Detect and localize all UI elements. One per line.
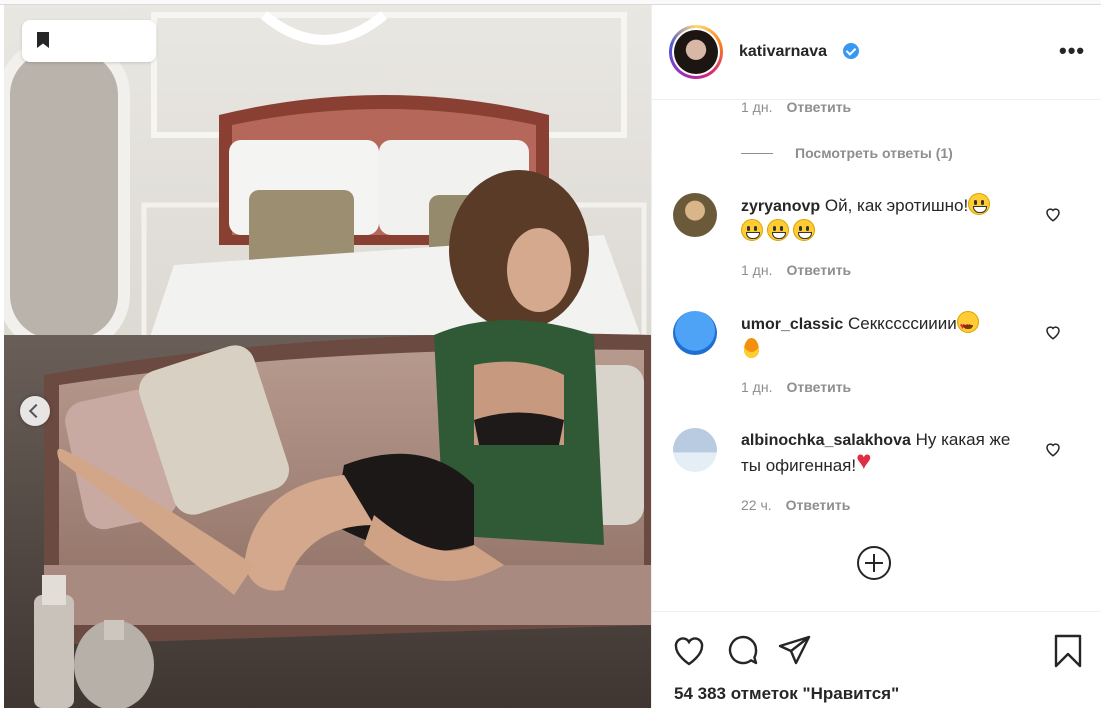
commenter-username[interactable]: albinochka_salakhova	[741, 432, 911, 449]
post-actions: 54 383 отметок "Нравится"	[652, 611, 1101, 708]
view-replies-label: Посмотреть ответы (1)	[795, 145, 953, 161]
heart-icon[interactable]	[671, 633, 707, 669]
comment-heart-icon[interactable]	[1044, 205, 1062, 223]
previous-slide-button[interactable]	[20, 396, 50, 426]
comment-time: 22 ч.	[741, 497, 772, 513]
reply-button[interactable]: Ответить	[786, 101, 851, 115]
comment-time: 1 дн.	[741, 379, 773, 395]
comment-heart-icon[interactable]	[1044, 440, 1062, 458]
commenter-avatar[interactable]	[673, 193, 717, 237]
commenter-username[interactable]: zyryanovp	[741, 198, 820, 215]
view-replies-button[interactable]: Посмотреть ответы (1)	[741, 145, 953, 161]
verified-badge-icon	[843, 43, 859, 59]
post-modal: kativarnava ••• 1 дн. Ответить Посмотреть…	[4, 5, 1101, 708]
likes-count[interactable]: 54 383 отметок "Нравится"	[674, 684, 899, 704]
reply-button[interactable]: Ответить	[786, 379, 851, 395]
comment-meta: 1 дн. Ответить	[741, 262, 851, 278]
photo-illustration	[4, 5, 651, 708]
comment-meta: 22 ч. Ответить	[741, 497, 850, 513]
fire-emoji	[741, 337, 763, 359]
commenter-avatar[interactable]	[673, 311, 717, 355]
save-bookmark-icon[interactable]	[1050, 633, 1086, 669]
post-photo[interactable]	[4, 5, 651, 708]
commenter-avatar[interactable]	[673, 428, 717, 472]
comment-text: albinochka_salakhova Ну какая же ты офиг…	[741, 428, 1031, 478]
reply-button[interactable]: Ответить	[786, 262, 851, 278]
save-post-chip[interactable]	[22, 20, 156, 62]
comment-body: Ой, как эротишно!	[824, 196, 969, 215]
comment-text: umor_classic Секкссссииии	[741, 311, 1031, 362]
comment-icon[interactable]	[725, 633, 761, 669]
red-heart-emoji	[856, 448, 878, 475]
comment-body: Секкссссииии	[848, 314, 957, 333]
author-avatar[interactable]	[669, 25, 723, 79]
avatar-image	[674, 30, 718, 74]
more-options-icon[interactable]: •••	[1059, 40, 1085, 62]
comment-time: 1 дн.	[741, 101, 773, 115]
reply-button[interactable]: Ответить	[786, 497, 851, 513]
paper-plane-icon[interactable]	[776, 633, 812, 669]
author-username[interactable]: kativarnava	[739, 43, 827, 61]
post-header: kativarnava •••	[652, 5, 1101, 100]
heart-eyes-emoji	[956, 311, 979, 338]
replies-divider	[741, 152, 773, 154]
post-side-panel: kativarnava ••• 1 дн. Ответить Посмотреть…	[651, 5, 1101, 708]
comments-list: 1 дн. Ответить Посмотреть ответы (1) zyry…	[652, 101, 1101, 611]
grinning-emoji	[767, 219, 789, 241]
comment-time: 1 дн.	[741, 262, 773, 278]
avatar-inner	[672, 28, 720, 76]
grinning-emoji	[968, 193, 991, 215]
grinning-emoji	[793, 219, 815, 241]
grinning-emoji	[741, 219, 763, 241]
comment-meta: 1 дн. Ответить	[741, 101, 851, 115]
commenter-username[interactable]: umor_classic	[741, 316, 843, 333]
comment-meta: 1 дн. Ответить	[741, 379, 851, 395]
comment-text: zyryanovp Ой, как эротишно!	[741, 193, 1031, 244]
plus-circle-icon[interactable]	[857, 546, 891, 580]
bookmark-icon	[37, 32, 49, 48]
comment-heart-icon[interactable]	[1044, 323, 1062, 341]
